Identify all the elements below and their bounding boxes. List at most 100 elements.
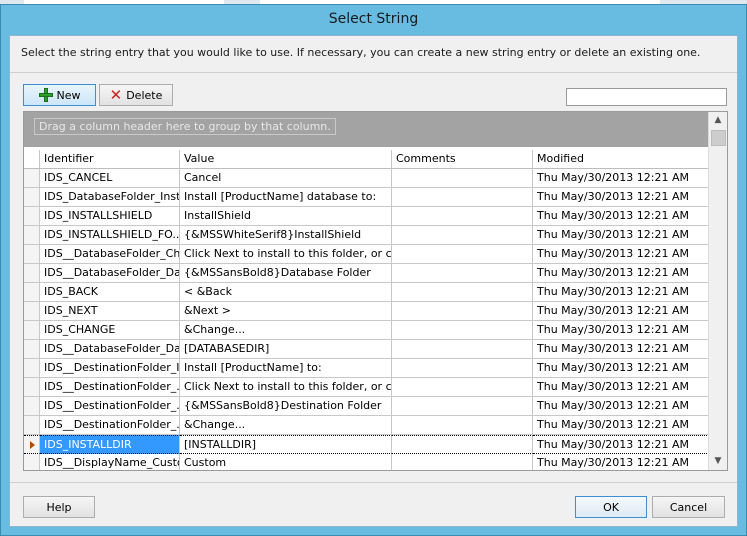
row-indicator <box>24 359 40 378</box>
cell-identifier[interactable]: IDS__DatabaseFolder_Da... <box>40 264 180 283</box>
cell-comments[interactable] <box>392 359 533 378</box>
cell-modified[interactable]: Thu May/30/2013 12:21 AM <box>533 435 709 454</box>
cell-value[interactable]: Click Next to install to this folder, or… <box>180 378 392 397</box>
cell-identifier[interactable]: IDS_DatabaseFolder_Inst... <box>40 188 180 207</box>
cell-modified[interactable]: Thu May/30/2013 12:21 AM <box>533 207 709 226</box>
cell-identifier[interactable]: IDS_CHANGE <box>40 321 180 340</box>
cell-modified[interactable]: Thu May/30/2013 12:21 AM <box>533 283 709 302</box>
cell-value[interactable]: Install [ProductName] database to: <box>180 188 392 207</box>
cell-value[interactable]: &Change... <box>180 416 392 435</box>
help-button[interactable]: Help <box>23 496 95 518</box>
cell-value[interactable]: &Next > <box>180 302 392 321</box>
delete-button[interactable]: ✕ Delete <box>99 84 173 106</box>
row-indicator <box>24 283 40 302</box>
cell-modified[interactable]: Thu May/30/2013 12:21 AM <box>533 378 709 397</box>
cell-modified[interactable]: Thu May/30/2013 12:21 AM <box>533 302 709 321</box>
cell-value[interactable]: Cancel <box>180 169 392 188</box>
cell-identifier[interactable]: IDS__DestinationFolder_... <box>40 397 180 416</box>
cell-comments[interactable] <box>392 340 533 359</box>
table-row[interactable]: IDS__DestinationFolder_... Click Next to … <box>24 378 709 397</box>
cell-modified[interactable]: Thu May/30/2013 12:21 AM <box>533 340 709 359</box>
scroll-thumb[interactable] <box>711 130 726 146</box>
cell-modified[interactable]: Thu May/30/2013 12:21 AM <box>533 264 709 283</box>
cell-modified[interactable]: Thu May/30/2013 12:21 AM <box>533 359 709 378</box>
row-indicator-header <box>24 150 40 169</box>
new-button[interactable]: New <box>23 84 96 106</box>
table-row[interactable]: IDS__DisplayName_Custom Custom Thu May/30/… <box>24 454 709 470</box>
scroll-down-arrow-icon[interactable]: ▼ <box>709 453 727 470</box>
table-row[interactable]: IDS__DestinationFolder_I... Install [Prod… <box>24 359 709 378</box>
cell-identifier[interactable]: IDS__DatabaseFolder_Da... <box>40 340 180 359</box>
cell-comments[interactable] <box>392 397 533 416</box>
cell-value[interactable]: Install [ProductName] to: <box>180 359 392 378</box>
table-row[interactable]: IDS__DatabaseFolder_Da... {&MSSansBold8}D… <box>24 264 709 283</box>
cell-value[interactable]: InstallShield <box>180 207 392 226</box>
column-header-comments[interactable]: Comments <box>392 150 533 169</box>
table-row[interactable]: IDS_CHANGE &Change... Thu May/30/2013 12:2… <box>24 321 709 340</box>
cell-modified[interactable]: Thu May/30/2013 12:21 AM <box>533 245 709 264</box>
cell-comments[interactable] <box>392 207 533 226</box>
cell-value[interactable]: &Change... <box>180 321 392 340</box>
table-row[interactable]: IDS_INSTALLSHIELD InstallShield Thu May/30… <box>24 207 709 226</box>
cell-comments[interactable] <box>392 226 533 245</box>
table-row[interactable]: IDS__DatabaseFolder_Da... [DATABASEDIR] Th… <box>24 340 709 359</box>
table-row[interactable]: IDS__DestinationFolder_... {&MSSansBold8}… <box>24 397 709 416</box>
cell-identifier[interactable]: IDS__DisplayName_Custom <box>40 454 180 470</box>
ok-button[interactable]: OK <box>575 496 647 518</box>
cell-value[interactable]: {&MSSansBold8}Destination Folder <box>180 397 392 416</box>
cell-identifier[interactable]: IDS_CANCEL <box>40 169 180 188</box>
cell-identifier[interactable]: IDS__DestinationFolder_... <box>40 416 180 435</box>
cell-comments[interactable] <box>392 264 533 283</box>
cell-value[interactable]: Click Next to install to this folder, or… <box>180 245 392 264</box>
cell-comments[interactable] <box>392 188 533 207</box>
cell-identifier[interactable]: IDS__DestinationFolder_I... <box>40 359 180 378</box>
table-row[interactable]: IDS_CANCEL Cancel Thu May/30/2013 12:21 AM <box>24 169 709 188</box>
dialog-client-area: Select the string entry that you would l… <box>9 35 738 527</box>
cell-modified[interactable]: Thu May/30/2013 12:21 AM <box>533 169 709 188</box>
cell-comments[interactable] <box>392 321 533 340</box>
cell-value[interactable]: [INSTALLDIR] <box>180 435 392 454</box>
cell-modified[interactable]: Thu May/30/2013 12:21 AM <box>533 454 709 470</box>
column-header-value[interactable]: Value <box>180 150 392 169</box>
cell-value[interactable]: {&MSSansBold8}Database Folder <box>180 264 392 283</box>
cell-modified[interactable]: Thu May/30/2013 12:21 AM <box>533 416 709 435</box>
footer-divider <box>10 482 737 483</box>
cell-comments[interactable] <box>392 245 533 264</box>
vertical-scrollbar[interactable]: ▲ ▼ <box>708 112 727 470</box>
table-row[interactable]: IDS__DatabaseFolder_Ch... Click Next to i… <box>24 245 709 264</box>
table-row[interactable]: IDS_NEXT &Next > Thu May/30/2013 12:21 AM <box>24 302 709 321</box>
cell-identifier[interactable]: IDS__DatabaseFolder_Ch... <box>40 245 180 264</box>
cell-comments[interactable] <box>392 435 533 454</box>
table-row[interactable]: IDS_DatabaseFolder_Inst... Install [Produ… <box>24 188 709 207</box>
cell-comments[interactable] <box>392 169 533 188</box>
cell-comments[interactable] <box>392 302 533 321</box>
cell-comments[interactable] <box>392 454 533 470</box>
cell-identifier[interactable]: IDS_NEXT <box>40 302 180 321</box>
search-input[interactable] <box>566 88 727 106</box>
table-row[interactable]: IDS_INSTALLDIR [INSTALLDIR] Thu May/30/201… <box>24 435 709 454</box>
cell-modified[interactable]: Thu May/30/2013 12:21 AM <box>533 397 709 416</box>
cell-identifier[interactable]: IDS_INSTALLDIR <box>40 435 180 454</box>
column-header-modified[interactable]: Modified <box>533 150 709 169</box>
cell-value[interactable]: Custom <box>180 454 392 470</box>
group-by-panel[interactable]: Drag a column header here to group by th… <box>24 112 709 147</box>
scroll-up-arrow-icon[interactable]: ▲ <box>709 112 727 129</box>
cell-identifier[interactable]: IDS_INSTALLSHIELD <box>40 207 180 226</box>
column-header-identifier[interactable]: Identifier <box>40 150 180 169</box>
cell-identifier[interactable]: IDS_BACK <box>40 283 180 302</box>
cell-modified[interactable]: Thu May/30/2013 12:21 AM <box>533 321 709 340</box>
table-row[interactable]: IDS_INSTALLSHIELD_FO... {&MSSWhiteSerif8}… <box>24 226 709 245</box>
cell-identifier[interactable]: IDS__DestinationFolder_... <box>40 378 180 397</box>
cell-value[interactable]: {&MSSWhiteSerif8}InstallShield <box>180 226 392 245</box>
cell-value[interactable]: < &Back <box>180 283 392 302</box>
cell-value[interactable]: [DATABASEDIR] <box>180 340 392 359</box>
cell-comments[interactable] <box>392 283 533 302</box>
table-row[interactable]: IDS__DestinationFolder_... &Change... Thu … <box>24 416 709 435</box>
cell-comments[interactable] <box>392 378 533 397</box>
cancel-button[interactable]: Cancel <box>652 496 725 518</box>
cell-modified[interactable]: Thu May/30/2013 12:21 AM <box>533 188 709 207</box>
table-row[interactable]: IDS_BACK < &Back Thu May/30/2013 12:21 AM <box>24 283 709 302</box>
cell-modified[interactable]: Thu May/30/2013 12:21 AM <box>533 226 709 245</box>
cell-identifier[interactable]: IDS_INSTALLSHIELD_FO... <box>40 226 180 245</box>
cell-comments[interactable] <box>392 416 533 435</box>
